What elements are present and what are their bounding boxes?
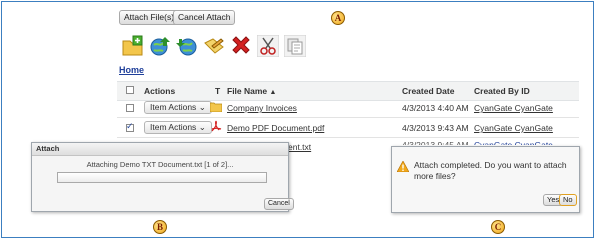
confirm-message: Attach completed. Do you want to attach … [414, 160, 567, 181]
paste-icon[interactable] [283, 34, 307, 58]
delete-icon[interactable] [230, 35, 252, 57]
created-date: 4/3/2013 9:43 AM [402, 123, 469, 133]
header-type: T [215, 86, 221, 96]
download-icon[interactable] [176, 35, 198, 57]
pdf-icon [210, 120, 222, 135]
chevron-down-icon: ⌄ [198, 102, 206, 112]
attach-progress-dialog: Attach Attaching Demo TXT Document.txt [… [31, 142, 294, 212]
header-created-by[interactable]: Created By ID [474, 86, 530, 96]
cut-icon[interactable] [256, 34, 280, 58]
created-by-partial: CyanGate CyanGate [474, 140, 553, 145]
header-actions: Actions [144, 86, 176, 96]
header-created-date[interactable]: Created Date [402, 86, 454, 96]
row-checkbox[interactable] [126, 104, 134, 112]
breadcrumb-home[interactable]: Home [119, 65, 144, 75]
marker-a: A [331, 11, 345, 25]
file-name-link-partial[interactable]: ent.txt [288, 142, 311, 152]
select-all-checkbox[interactable] [126, 86, 134, 94]
item-actions-select[interactable]: Item Actions ⌄ [144, 101, 212, 114]
attach-complete-dialog: Attach completed. Do you want to attach … [391, 146, 580, 213]
cancel-button[interactable]: Cancel [264, 198, 294, 210]
row-divider [117, 117, 579, 118]
chevron-down-icon: ⌄ [198, 122, 206, 132]
cancel-attach-button[interactable]: Cancel Attach [173, 10, 236, 25]
new-folder-icon[interactable] [122, 35, 144, 57]
created-date: 4/3/2013 4:40 AM [402, 103, 469, 113]
dialog-title: Attach [36, 144, 60, 153]
file-name-link[interactable]: Company Invoices [227, 103, 297, 113]
created-date-partial: 4/3/2013 9:45 AM [402, 140, 469, 145]
attach-status-text: Attaching Demo TXT Document.txt [1 of 2]… [86, 160, 234, 169]
folder-icon [209, 102, 223, 114]
file-name-link[interactable]: Demo PDF Document.pdf [227, 123, 324, 133]
progress-bar [57, 172, 267, 183]
created-by-link[interactable]: CyanGate CyanGate [474, 103, 553, 113]
upload-icon[interactable] [149, 35, 171, 57]
attach-files-button[interactable]: Attach File(s) [119, 10, 180, 25]
no-button[interactable]: No [559, 194, 577, 206]
warning-icon [396, 160, 410, 174]
edit-icon[interactable] [203, 35, 225, 57]
marker-b: B [153, 220, 167, 234]
marker-c: C [491, 220, 505, 234]
item-actions-select[interactable]: Item Actions ⌄ [144, 121, 212, 134]
header-file-name[interactable]: File Name ▲ [227, 86, 276, 96]
sort-asc-icon: ▲ [269, 89, 277, 96]
row-checkbox-checked[interactable] [126, 121, 134, 132]
created-by-link[interactable]: CyanGate CyanGate [474, 123, 553, 133]
row-divider [117, 137, 579, 138]
dialog-titlebar: Attach [32, 143, 288, 156]
